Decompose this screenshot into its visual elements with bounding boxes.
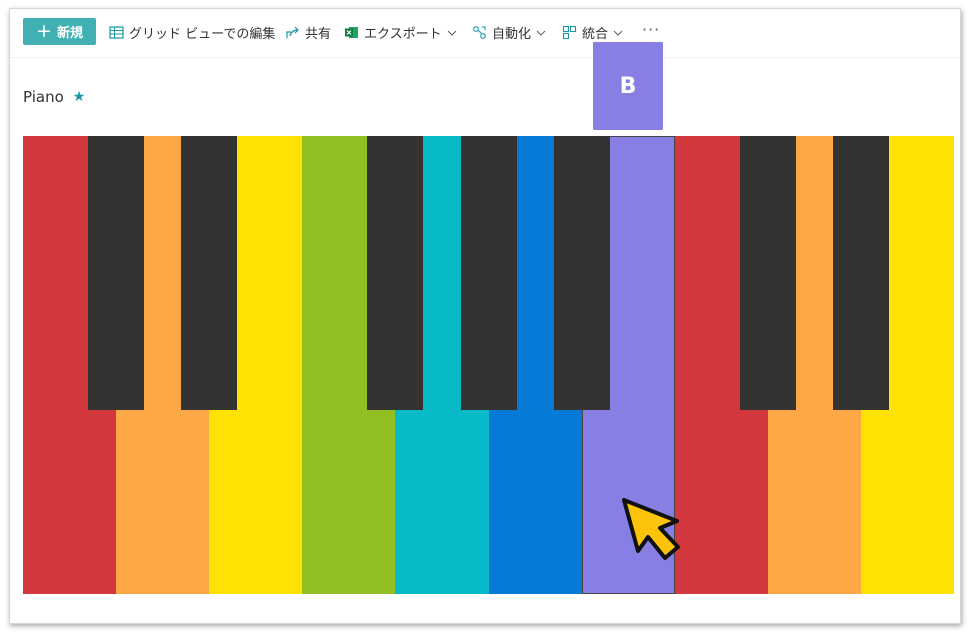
black-key[interactable] bbox=[460, 136, 517, 410]
star-icon[interactable]: ★ bbox=[73, 89, 86, 105]
automate-button[interactable]: 自動化 bbox=[472, 22, 551, 42]
page-title-text: Piano bbox=[23, 88, 64, 106]
piano-keyboard bbox=[23, 136, 955, 594]
grid-edit-button[interactable]: グリッド ビューでの編集 bbox=[109, 22, 275, 42]
export-label: エクスポート bbox=[364, 26, 442, 42]
black-key[interactable] bbox=[181, 136, 238, 410]
page-title: Piano ★ bbox=[23, 88, 85, 106]
integrate-icon bbox=[562, 25, 577, 39]
new-button-label: 新規 bbox=[56, 26, 83, 41]
chevron-down-icon bbox=[447, 25, 462, 40]
automate-icon bbox=[473, 25, 486, 39]
black-key[interactable] bbox=[832, 136, 889, 410]
new-button[interactable]: + 新規 bbox=[23, 18, 96, 45]
plus-icon: + bbox=[36, 20, 52, 42]
black-key[interactable] bbox=[367, 136, 424, 410]
integrate-button[interactable]: 統合 bbox=[562, 22, 628, 42]
share-button[interactable]: 共有 bbox=[285, 22, 331, 42]
pressed-note-badge: B bbox=[593, 42, 663, 130]
chevron-down-icon bbox=[536, 25, 551, 40]
share-label: 共有 bbox=[305, 26, 332, 42]
chevron-down-icon bbox=[613, 25, 628, 40]
black-key[interactable] bbox=[553, 136, 610, 410]
black-key[interactable] bbox=[739, 136, 796, 410]
automate-label: 自動化 bbox=[492, 26, 532, 42]
command-bar: + 新規 グリッド ビューでの編集 共有 エクスポート 自動化 統合 ··· bbox=[10, 9, 960, 58]
app-window: + 新規 グリッド ビューでの編集 共有 エクスポート 自動化 統合 ··· P… bbox=[9, 8, 961, 624]
share-icon bbox=[286, 26, 299, 38]
more-options-button[interactable]: ··· bbox=[642, 20, 660, 39]
mouse-cursor-icon bbox=[622, 498, 680, 560]
excel-icon bbox=[345, 26, 358, 38]
integrate-label: 統合 bbox=[582, 26, 609, 42]
export-button[interactable]: エクスポート bbox=[344, 22, 462, 42]
grid-edit-label: グリッド ビューでの編集 bbox=[129, 26, 276, 42]
grid-icon bbox=[109, 25, 124, 39]
black-key[interactable] bbox=[88, 136, 145, 410]
